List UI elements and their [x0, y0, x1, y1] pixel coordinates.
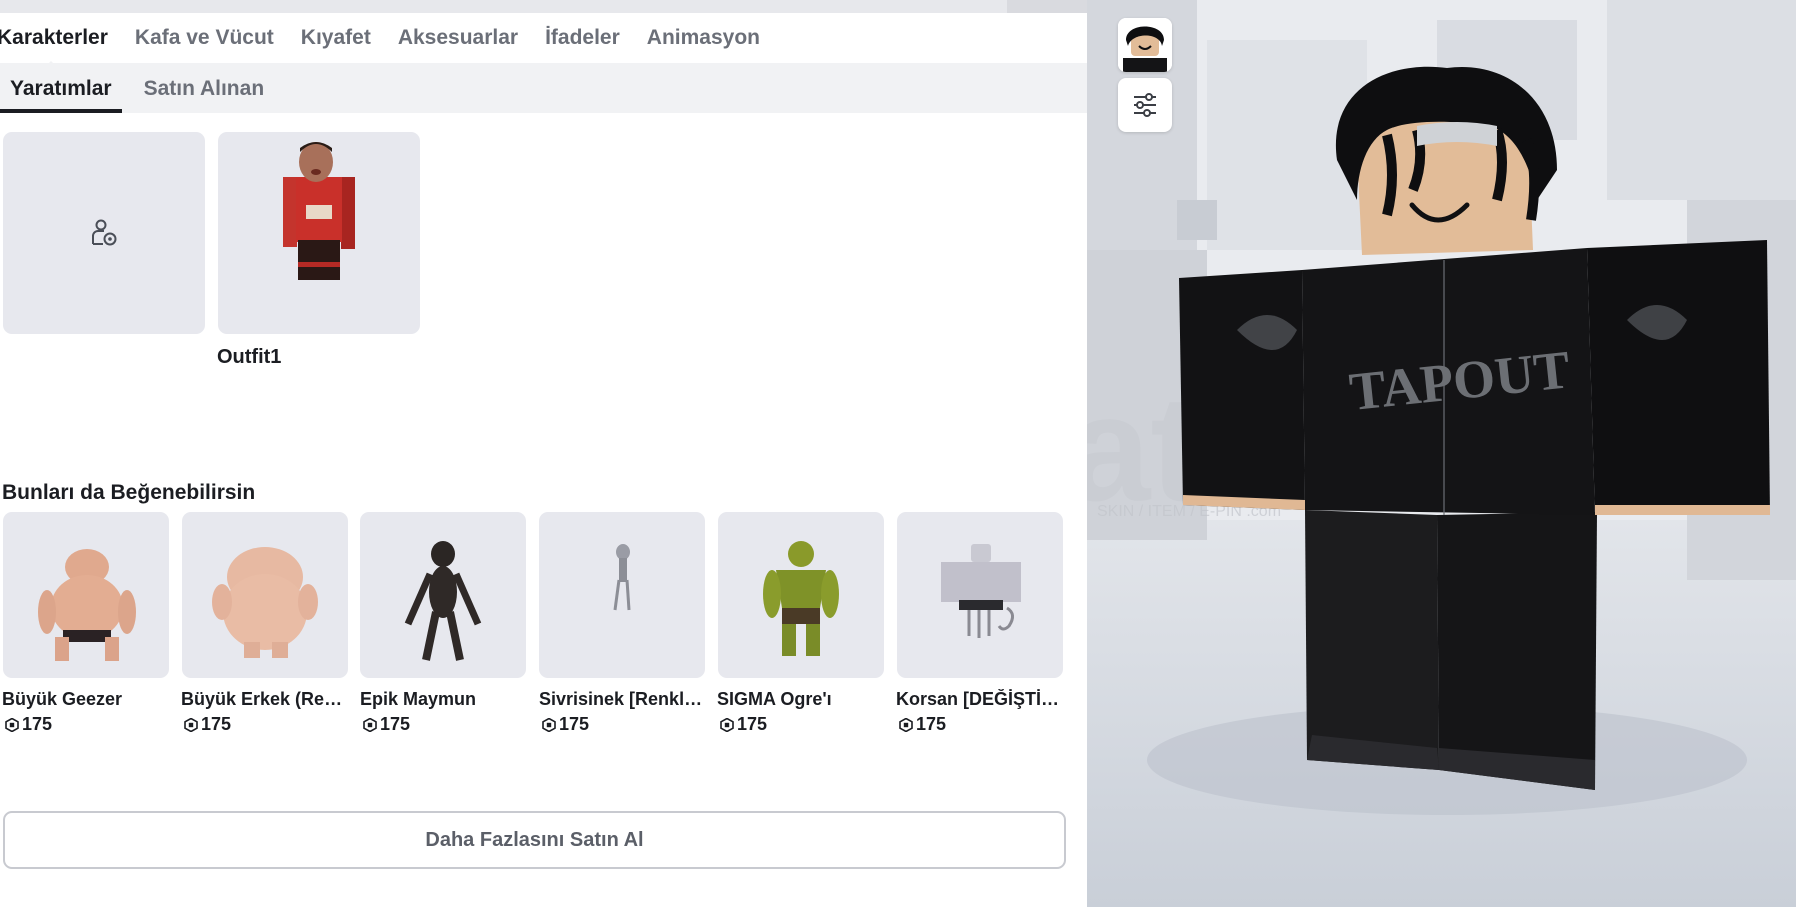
rec-item-name: SIGMA Ogre'ı [717, 689, 832, 709]
outfit-card[interactable] [218, 132, 420, 334]
create-character-icon [92, 219, 117, 246]
rec-item-name: Sivrisinek [Renkle... [539, 689, 705, 709]
rec-item-price-value: 175 [916, 714, 947, 734]
robux-icon [720, 717, 734, 732]
robux-icon [5, 717, 19, 732]
rec-item-name: Epik Maymun [360, 689, 477, 709]
rec-item-thumbnail [941, 544, 1021, 638]
tab-accessories[interactable]: Aksesuarlar [398, 26, 518, 50]
outfit-thumbnail [283, 142, 355, 280]
rec-item-price-value: 175 [22, 714, 53, 734]
rec-item-price-value: 175 [380, 714, 411, 734]
subtab-purchased[interactable]: Satın Alınan [134, 77, 275, 113]
rec-item-thumbnail [763, 541, 839, 656]
rec-item-price: 175 [184, 714, 231, 735]
rec-item-card[interactable] [897, 512, 1063, 678]
rec-item-price: 175 [899, 714, 946, 735]
rec-item-price: 175 [363, 714, 410, 735]
create-character-card[interactable] [3, 132, 205, 334]
tab-animation[interactable]: Animasyon [647, 26, 760, 50]
rec-item-price: 175 [5, 714, 52, 735]
outfit-label: Outfit1 [217, 346, 282, 368]
rec-item-card[interactable] [718, 512, 884, 678]
sub-tabs: Yaratımlar Satın Alınan [0, 63, 1087, 113]
rec-item-thumbnail [212, 547, 318, 658]
avatar-scene: atis SKIN / ITEM / E-PIN .com TAPOUT [1087, 0, 1796, 907]
rec-item-price-value: 175 [737, 714, 768, 734]
rec-item-thumbnail [613, 544, 631, 611]
rec-item-price-value: 175 [559, 714, 590, 734]
rec-item-price-value: 175 [201, 714, 232, 734]
rec-item-card[interactable] [182, 512, 348, 678]
avatar-headshot-icon [1118, 18, 1172, 72]
rec-item-price: 175 [542, 714, 589, 735]
buy-more-button[interactable]: Daha Fazlasını Satın Al [3, 811, 1066, 869]
robux-icon [184, 717, 198, 732]
tab-clothing[interactable]: Kıyafet [301, 26, 371, 50]
rec-item-name: Korsan [DEĞİŞTİRİ... [896, 689, 1062, 709]
robux-icon [363, 717, 377, 732]
top-strip-end [1007, 0, 1087, 13]
robux-icon [542, 717, 556, 732]
rec-item-name: Büyük Erkek (Renk... [181, 689, 347, 709]
category-tabs: Karakterler Kafa ve Vücut Kıyafet Aksesu… [0, 13, 1087, 63]
view-settings-button[interactable] [1118, 78, 1172, 132]
subtab-creations[interactable]: Yaratımlar [0, 77, 122, 113]
rec-item-card[interactable] [360, 512, 526, 678]
tab-emotes[interactable]: İfadeler [545, 26, 620, 50]
robux-icon [899, 717, 913, 732]
tab-head-body[interactable]: Kafa ve Vücut [135, 26, 274, 50]
avatar-3d-viewport[interactable]: atis SKIN / ITEM / E-PIN .com TAPOUT [1087, 0, 1796, 907]
top-scroll-strip [0, 0, 1087, 13]
rec-item-thumbnail [38, 549, 136, 661]
tab-characters[interactable]: Karakterler [0, 26, 108, 50]
avatar-thumbnail-button[interactable] [1118, 18, 1172, 72]
recommendations-title: Bunları da Beğenebilirsin [2, 481, 256, 504]
rec-item-card[interactable] [539, 512, 705, 678]
avatar-editor-panel: Karakterler Kafa ve Vücut Kıyafet Aksesu… [0, 13, 1087, 907]
sliders-icon [1134, 93, 1156, 117]
rec-item-thumbnail [404, 541, 482, 661]
rec-item-card[interactable] [3, 512, 169, 678]
rec-item-name: Büyük Geezer [2, 689, 123, 709]
rec-item-price: 175 [720, 714, 767, 735]
